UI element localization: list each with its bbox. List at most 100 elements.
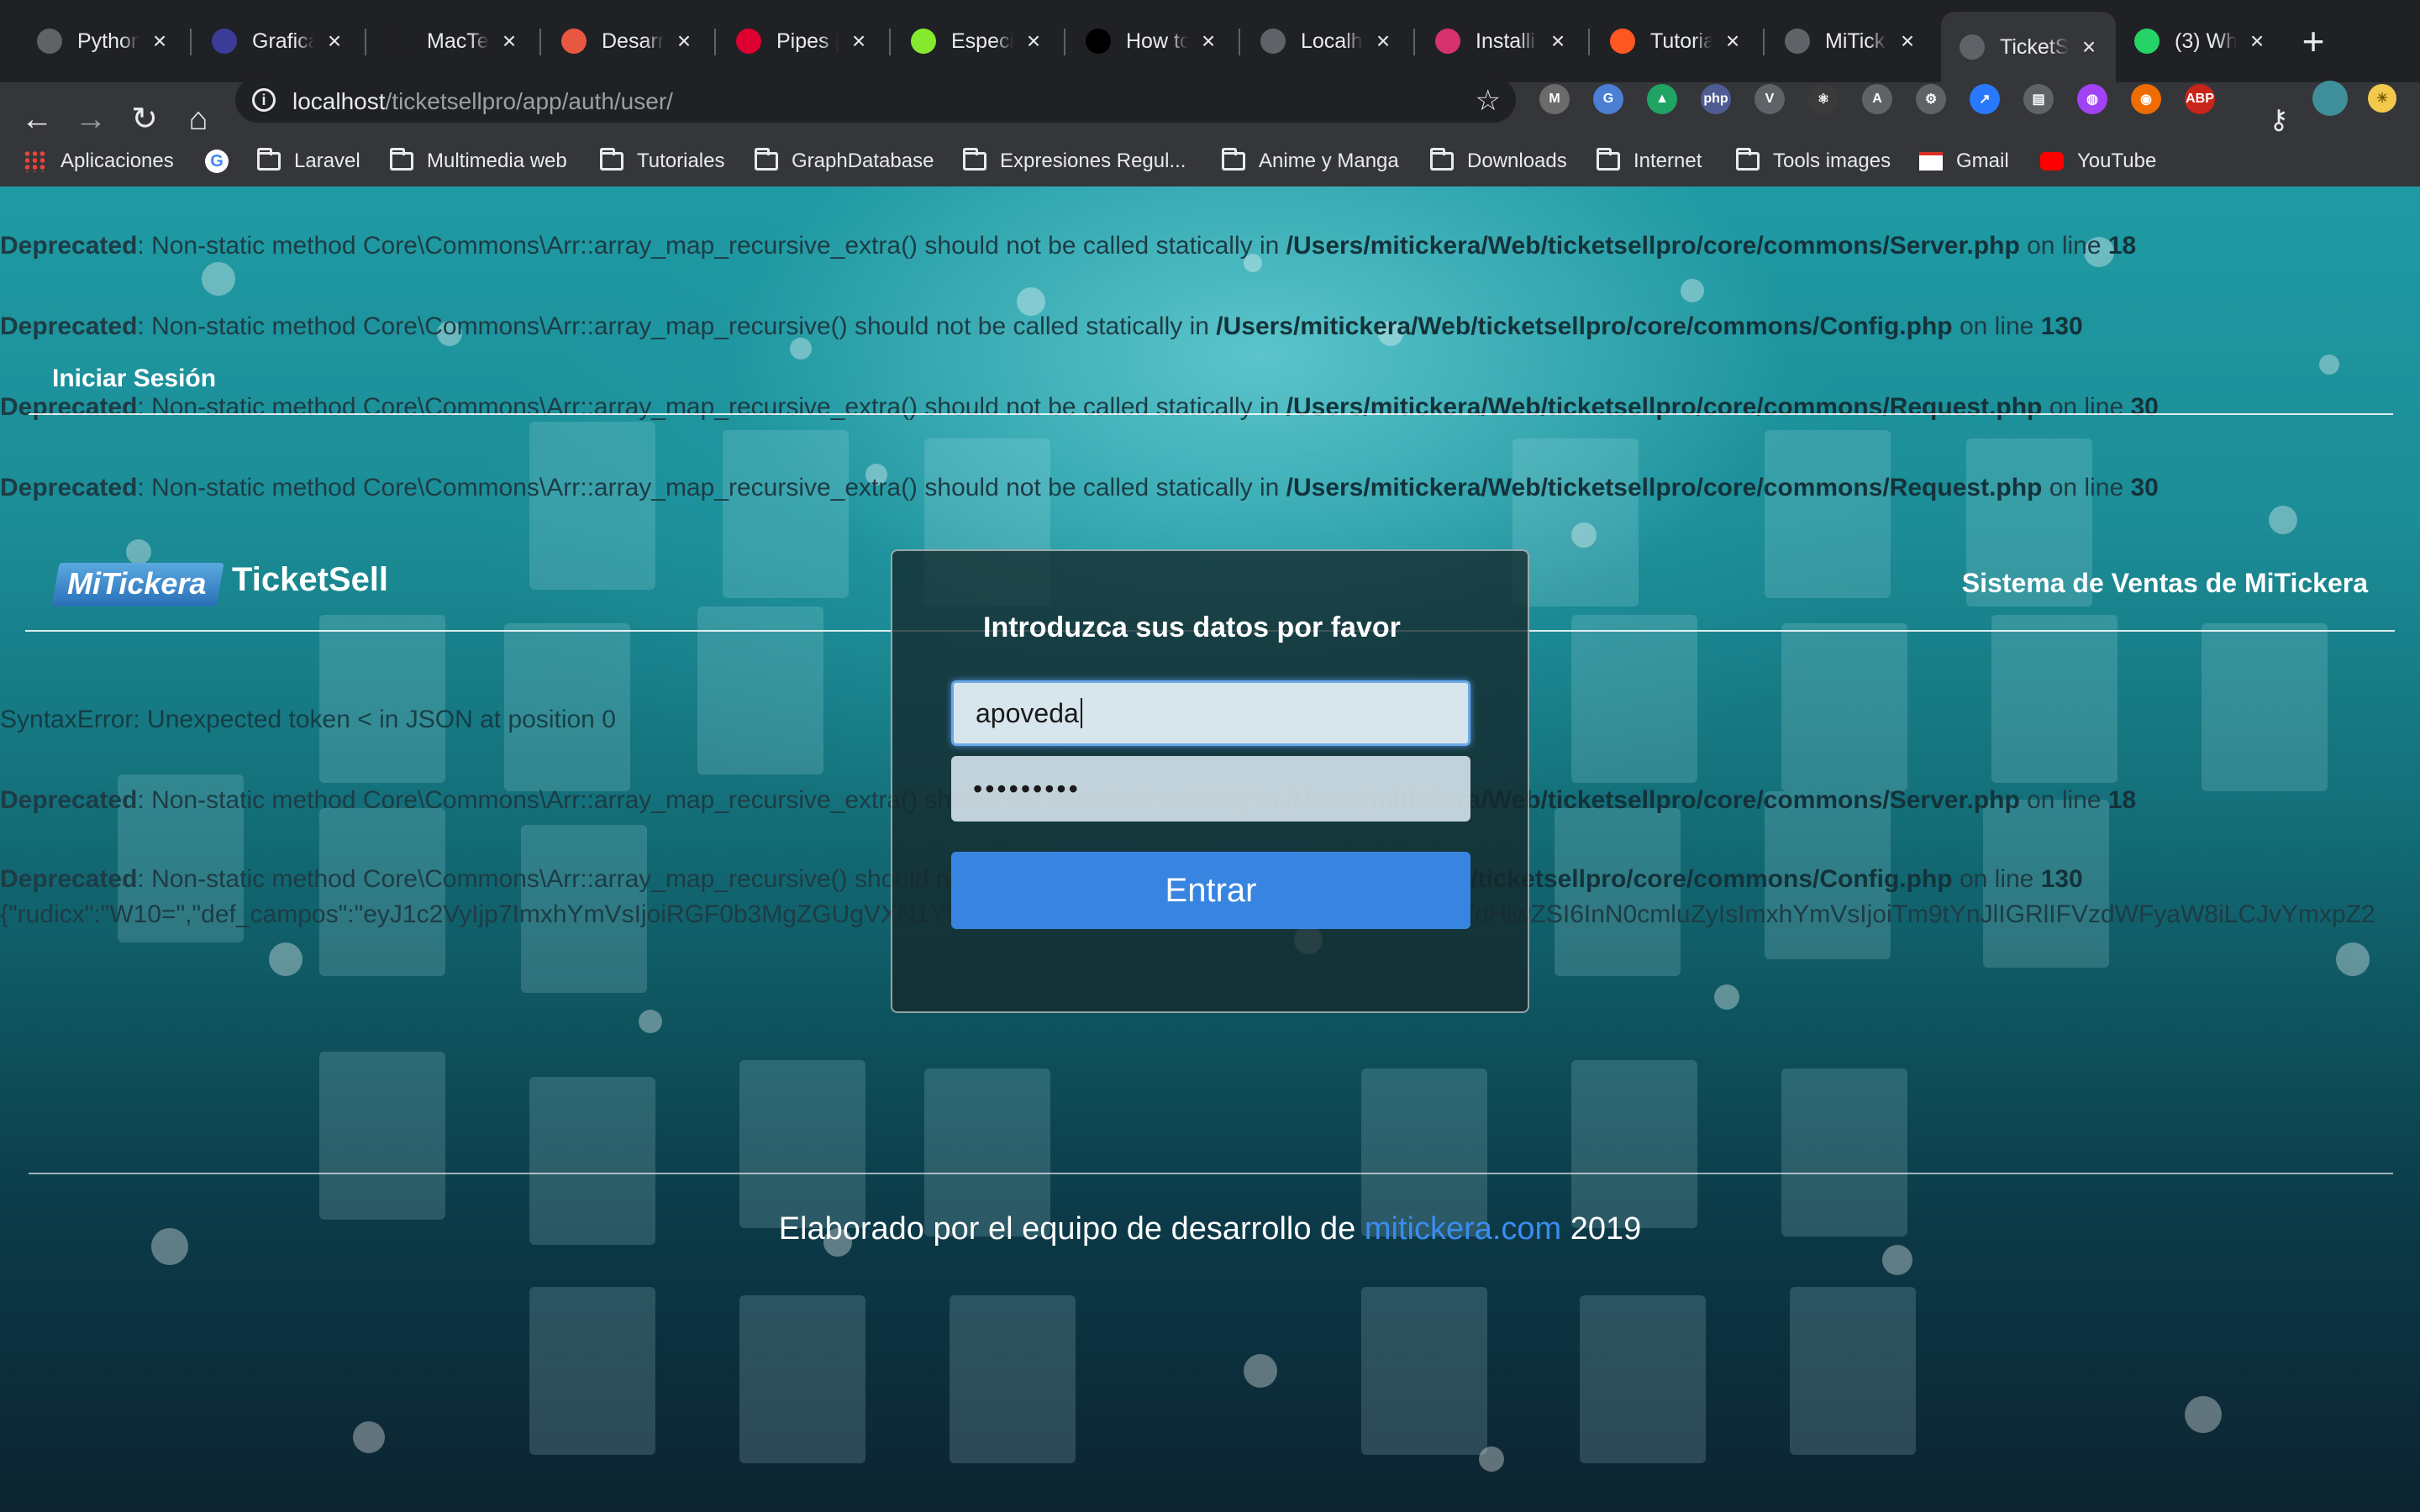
ufo-icon	[212, 29, 237, 54]
tab-separator	[714, 29, 716, 55]
extension-icon[interactable]: ABP	[2185, 84, 2215, 114]
tab-title: (3) Wh	[2175, 29, 2237, 53]
close-tab-icon[interactable]: ×	[323, 29, 346, 53]
bookmark-item[interactable]: GraphDatabase	[755, 144, 934, 178]
bookmark-item[interactable]: Tutoriales	[600, 144, 724, 178]
background-bokeh	[1714, 984, 1739, 1010]
extension-sun-icon[interactable]: ☀	[2368, 84, 2396, 113]
extension-icon[interactable]: A	[1862, 84, 1892, 114]
close-tab-icon[interactable]: ×	[1896, 29, 1919, 53]
google-icon: G	[205, 150, 229, 173]
extension-icon[interactable]: ▤	[2023, 84, 2054, 114]
bookmark-label: Laravel	[294, 150, 360, 172]
close-tab-icon[interactable]: ×	[1546, 29, 1570, 53]
close-tab-icon[interactable]: ×	[1022, 29, 1045, 53]
submit-button[interactable]: Entrar	[951, 852, 1470, 929]
key-icon[interactable]: ⚷	[2260, 101, 2297, 138]
tab-separator	[365, 29, 366, 55]
close-tab-icon[interactable]: ×	[2077, 35, 2101, 59]
tab-separator	[1413, 29, 1415, 55]
background-tile	[1571, 615, 1697, 783]
bookmark-item[interactable]: Multimedia web	[390, 144, 567, 178]
password-input[interactable]: •••••••••	[951, 756, 1470, 822]
close-tab-icon[interactable]: ×	[1721, 29, 1744, 53]
extension-icon[interactable]: ⚛	[1808, 84, 1839, 114]
globe-icon	[1785, 29, 1810, 54]
close-tab-icon[interactable]: ×	[148, 29, 171, 53]
close-tab-icon[interactable]: ×	[497, 29, 521, 53]
extension-icon[interactable]: M	[1539, 84, 1570, 114]
browser-tab[interactable]: Pipes | ×	[718, 15, 886, 67]
bookmark-item[interactable]: G	[205, 144, 242, 178]
browser-tab[interactable]: Localh ×	[1242, 15, 1410, 67]
apps-grid-icon	[24, 150, 47, 172]
bookmark-item[interactable]: Internet	[1597, 144, 1702, 178]
youtube-icon	[2040, 152, 2064, 171]
tab-strip: Python×Grafica×MacTeX×Desarro×Pipes |×Es…	[0, 0, 2420, 82]
bookmarks-bar: Aplicaciones G Laravel Multimedia web Tutori…	[0, 136, 2420, 186]
bookmark-item[interactable]: Downloads	[1430, 144, 1567, 178]
bookmark-item[interactable]: Gmail	[1919, 144, 2009, 178]
bookmark-item[interactable]: Laravel	[257, 144, 360, 178]
bookmark-item[interactable]: Aplicaciones	[24, 144, 174, 178]
page-content: Deprecated: Non-static method Core\Commo…	[0, 186, 2420, 1512]
system-title: Sistema de Ventas de MiTickera	[1961, 568, 2368, 598]
close-tab-icon[interactable]: ×	[1197, 29, 1220, 53]
tab-title: MiTick	[1825, 29, 1886, 53]
bookmark-item[interactable]: Expresiones Regul...	[963, 144, 1186, 178]
browser-tab[interactable]: Installi ×	[1417, 15, 1585, 67]
background-tile	[1991, 615, 2118, 783]
browser-tab[interactable]: Especif ×	[892, 15, 1060, 67]
tab-title: Python	[77, 29, 139, 53]
tab-separator	[1239, 29, 1240, 55]
extension-icon[interactable]: ◉	[2131, 84, 2161, 114]
bird-icon	[736, 29, 761, 54]
extension-icon[interactable]: ▲	[1647, 84, 1677, 114]
forward-icon[interactable]: →	[72, 101, 109, 138]
background-bokeh	[2319, 354, 2339, 375]
browser-tab[interactable]: MiTick ×	[1766, 15, 1934, 67]
extension-icon[interactable]: ⚙	[1916, 84, 1946, 114]
background-tile	[2202, 623, 2328, 791]
bookmark-item[interactable]: Tools images	[1736, 144, 1891, 178]
address-bar[interactable]: i localhost/ticketsellpro/app/auth/user/…	[235, 77, 1516, 123]
background-tile	[739, 1060, 865, 1228]
browser-tab[interactable]: MacTeX ×	[368, 15, 536, 67]
bookmark-label: Tutoriales	[637, 150, 725, 172]
extension-icon[interactable]: php	[1701, 84, 1731, 114]
username-input[interactable]: apoveda	[951, 680, 1470, 746]
browser-tab[interactable]: How to ×	[1067, 15, 1235, 67]
site-info-icon[interactable]: i	[252, 88, 276, 112]
tab-title: MacTeX	[427, 29, 489, 53]
bookmark-star-icon[interactable]: ☆	[1476, 84, 1501, 118]
flame-icon	[1610, 29, 1635, 54]
bookmark-item[interactable]: Anime y Manga	[1222, 144, 1399, 178]
mitickera-logo[interactable]: MiTickera	[51, 558, 224, 610]
close-tab-icon[interactable]: ×	[847, 29, 871, 53]
tab-separator	[539, 29, 541, 55]
close-tab-icon[interactable]: ×	[1371, 29, 1395, 53]
profile-avatar[interactable]	[2312, 81, 2348, 116]
close-tab-icon[interactable]: ×	[672, 29, 696, 53]
browser-tab[interactable]: Tutoria ×	[1591, 15, 1760, 67]
extension-icon[interactable]: V	[1754, 84, 1785, 114]
background-bokeh	[353, 1421, 385, 1453]
extension-icon[interactable]: ◍	[2077, 84, 2107, 114]
new-tab-button[interactable]: +	[2294, 22, 2333, 60]
browser-tab[interactable]: Desarro ×	[543, 15, 711, 67]
url-text[interactable]: localhost/ticketsellpro/app/auth/user/	[292, 88, 673, 115]
close-tab-icon[interactable]: ×	[2245, 29, 2269, 53]
extension-icon[interactable]: G	[1593, 84, 1623, 114]
browser-tab[interactable]: (3) Wh ×	[2116, 15, 2284, 67]
background-tile	[1765, 430, 1891, 598]
bookmark-item[interactable]: YouTube	[2040, 144, 2156, 178]
extension-icon[interactable]: ↗	[1970, 84, 2000, 114]
back-icon[interactable]: ←	[18, 101, 55, 138]
reload-icon[interactable]: ↻	[126, 101, 163, 138]
browser-tab[interactable]: Grafica ×	[193, 15, 361, 67]
footer-link[interactable]: mitickera.com	[1365, 1211, 1561, 1247]
folder-icon	[1597, 148, 1620, 171]
home-icon[interactable]: ⌂	[180, 101, 217, 138]
browser-tab[interactable]: Python ×	[18, 15, 187, 67]
browser-tab[interactable]: TicketS ×	[1941, 12, 2116, 82]
